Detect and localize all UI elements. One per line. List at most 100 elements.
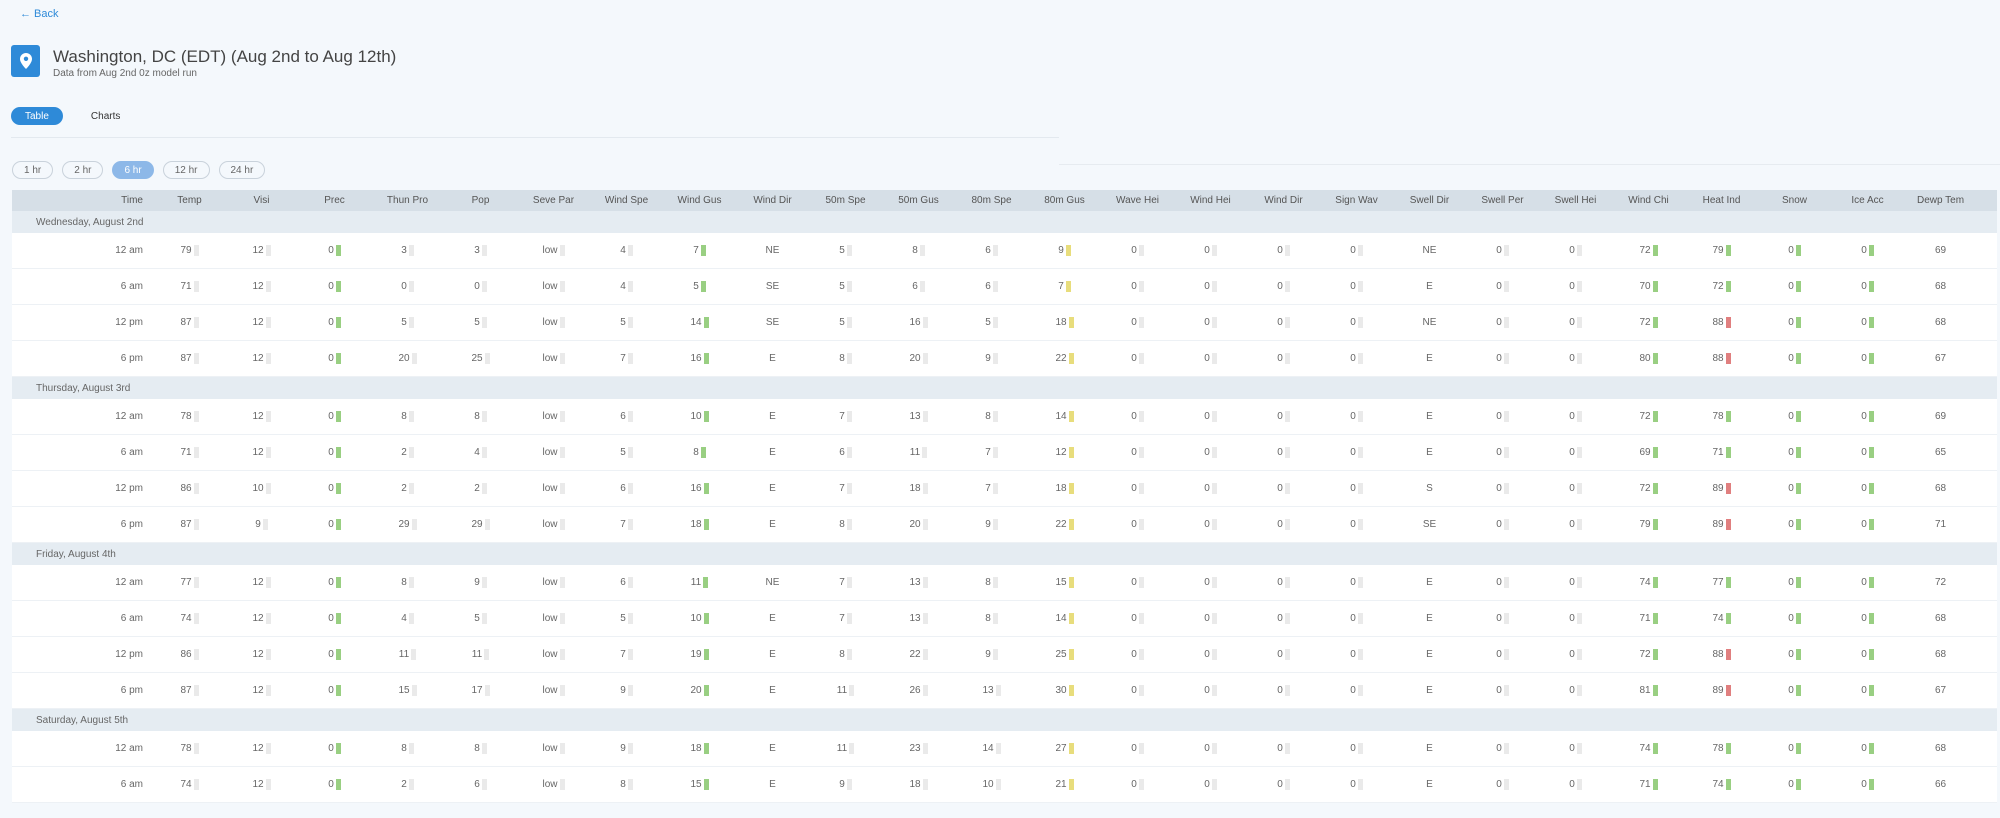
table-cell: 0: [1466, 411, 1539, 422]
table-cell: E: [1393, 743, 1466, 754]
cell-value: 5: [620, 447, 626, 458]
value-bar: [846, 779, 852, 790]
cell-value: 6: [474, 779, 480, 790]
column-header: 80m Gus: [1044, 195, 1085, 206]
table-cell: 71: [1612, 613, 1685, 624]
table-cell: 12 pm: [12, 483, 154, 494]
table-cell: 6 pm: [12, 353, 154, 364]
value-bar: [992, 411, 998, 422]
value-bar: [335, 577, 341, 588]
back-link[interactable]: ← Back: [20, 8, 58, 20]
table-cell: 7: [955, 447, 1028, 458]
cell-value: 2: [401, 779, 407, 790]
cell-value: 71: [1639, 779, 1651, 790]
table-cell: low: [517, 519, 590, 530]
tab-table[interactable]: Table: [11, 107, 63, 125]
table-cell: 0: [1247, 281, 1320, 292]
cell-value: 0: [1861, 685, 1867, 696]
table-cell: 2: [371, 447, 444, 458]
cell-value: low: [542, 649, 558, 660]
table-cell: 11: [444, 649, 517, 660]
table-cell: 0: [1320, 411, 1393, 422]
table-cell: 20: [882, 353, 955, 364]
table-cell: 0: [1174, 685, 1247, 696]
table-cell: 9: [955, 353, 1028, 364]
cell-value: 0: [1350, 649, 1356, 660]
cell-value: 0: [1496, 447, 1502, 458]
interval-2-hr[interactable]: 2 hr: [62, 161, 104, 179]
day-group-header: Wednesday, August 2nd: [12, 211, 1997, 233]
value-bar: [1503, 779, 1509, 790]
table-cell: 69: [1612, 447, 1685, 458]
value-bar: [1576, 577, 1582, 588]
table-row: 12 pm 87 12 0 5 5 low 5 14 SE 5 16 5 18 0 0 0 0 NE 0 0 72 88 0 0…: [12, 305, 1997, 341]
table-cell: 87: [154, 685, 225, 696]
value-bar: [627, 613, 633, 624]
interval-12-hr[interactable]: 12 hr: [162, 161, 210, 179]
table-cell: 0: [1758, 353, 1831, 364]
interval-6-hr[interactable]: 6 hr: [112, 161, 154, 179]
value-bar: [627, 743, 633, 754]
table-cell: 0: [1101, 685, 1174, 696]
cell-value: 74: [1712, 779, 1724, 790]
table-cell: 87: [154, 519, 225, 530]
table-cell: NE: [1393, 317, 1466, 328]
table-cell: 6: [444, 779, 517, 790]
value-bar: [1868, 577, 1874, 588]
table-cell: 0: [1320, 317, 1393, 328]
value-bar: [627, 483, 633, 494]
value-bar: [1795, 245, 1801, 256]
column-header: Wind Dir: [753, 195, 792, 206]
table-cell: 0: [1758, 281, 1831, 292]
interval-24-hr[interactable]: 24 hr: [218, 161, 266, 179]
value-bar: [481, 411, 487, 422]
column-header: Wave Hei: [1116, 195, 1159, 206]
value-bar: [1138, 649, 1144, 660]
table-cell: 12: [225, 577, 298, 588]
table-cell: 0: [1174, 353, 1247, 364]
cell-value: low: [542, 281, 558, 292]
cell-value: 0: [1861, 411, 1867, 422]
value-bar: [1211, 779, 1217, 790]
cell-value: 66: [1934, 779, 1947, 790]
cell-value: 7: [620, 519, 626, 530]
cell-value: E: [1426, 685, 1433, 696]
table-cell: 2: [371, 483, 444, 494]
table-cell: 5: [809, 281, 882, 292]
table-cell: 78: [154, 411, 225, 422]
cell-value: 0: [328, 685, 334, 696]
cell-value: 86: [180, 483, 192, 494]
table-cell: E: [1393, 353, 1466, 364]
value-bar: [265, 613, 271, 624]
cell-value: NE: [1422, 317, 1437, 328]
cell-value: 0: [1204, 779, 1210, 790]
table-cell: 2: [444, 483, 517, 494]
interval-1-hr[interactable]: 1 hr: [12, 161, 54, 179]
cell-value: 16: [909, 317, 921, 328]
value-bar: [1576, 685, 1582, 696]
cell-value: 74: [1639, 577, 1651, 588]
value-bar: [1138, 317, 1144, 328]
cell-value: 0: [1569, 577, 1575, 588]
cell-value: 20: [398, 353, 410, 364]
value-bar: [265, 779, 271, 790]
cell-value: 12: [252, 613, 264, 624]
cell-value: 0: [1788, 649, 1794, 660]
table-cell: 0: [1539, 317, 1612, 328]
table-cell: NE: [736, 577, 809, 588]
value-bar: [559, 411, 565, 422]
value-bar: [922, 613, 928, 624]
table-cell: 0: [1758, 743, 1831, 754]
table-cell: 74: [154, 779, 225, 790]
value-bar: [1138, 577, 1144, 588]
tab-charts[interactable]: Charts: [77, 107, 134, 125]
cell-value: 0: [1569, 519, 1575, 530]
value-bar: [193, 353, 199, 364]
cell-value: 0: [1277, 281, 1283, 292]
table-cell: 2: [371, 779, 444, 790]
table-cell: 0: [1539, 447, 1612, 458]
value-bar: [1138, 613, 1144, 624]
value-bar: [1795, 317, 1801, 328]
value-bar: [1503, 281, 1509, 292]
table-cell: 0: [1831, 281, 1904, 292]
